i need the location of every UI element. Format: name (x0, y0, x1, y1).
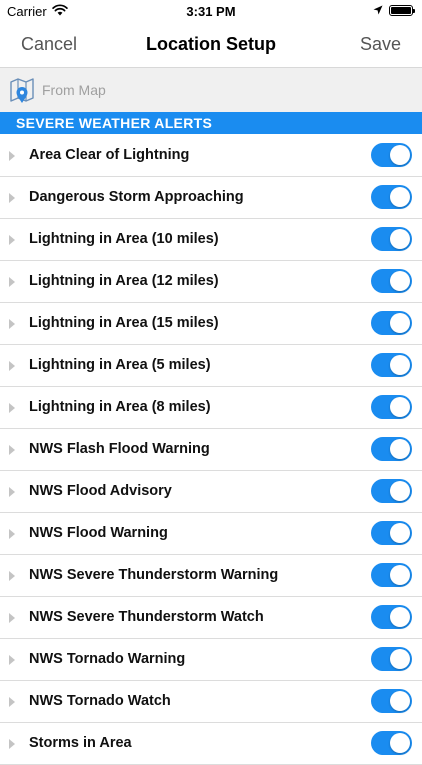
alert-label: NWS Tornado Watch (29, 693, 171, 709)
battery-icon (389, 5, 415, 16)
alert-toggle[interactable] (371, 143, 412, 167)
disclosure-triangle-icon[interactable] (9, 319, 15, 329)
toggle-knob (390, 607, 410, 627)
alert-toggle[interactable] (371, 395, 412, 419)
disclosure-triangle-icon[interactable] (9, 277, 15, 287)
toggle-knob (390, 271, 410, 291)
disclosure-triangle-icon[interactable] (9, 193, 15, 203)
toggle-knob (390, 397, 410, 417)
section-header: SEVERE WEATHER ALERTS (0, 112, 422, 134)
disclosure-triangle-icon[interactable] (9, 571, 15, 581)
alert-row[interactable]: Lightning in Area (15 miles) (0, 303, 422, 345)
disclosure-triangle-icon[interactable] (9, 529, 15, 539)
alert-toggle[interactable] (371, 185, 412, 209)
disclosure-triangle-icon[interactable] (9, 403, 15, 413)
toggle-knob (390, 523, 410, 543)
alert-row[interactable]: Area Clear of Lightning (0, 135, 422, 177)
alert-row[interactable]: NWS Flood Warning (0, 513, 422, 555)
alert-label: Lightning in Area (5 miles) (29, 357, 211, 373)
toggle-knob (390, 229, 410, 249)
alert-row[interactable]: NWS Flash Flood Warning (0, 429, 422, 471)
disclosure-triangle-icon[interactable] (9, 613, 15, 623)
toggle-knob (390, 187, 410, 207)
alert-label: NWS Severe Thunderstorm Warning (29, 567, 279, 583)
toggle-knob (390, 145, 410, 165)
alert-label: Lightning in Area (15 miles) (29, 315, 219, 331)
alert-toggle[interactable] (371, 521, 412, 545)
alert-list: Area Clear of Lightning Dangerous Storm A… (0, 135, 422, 765)
toggle-knob (390, 733, 410, 753)
alert-toggle[interactable] (371, 479, 412, 503)
toggle-knob (390, 313, 410, 333)
alert-toggle[interactable] (371, 731, 412, 755)
alert-label: Area Clear of Lightning (29, 147, 190, 163)
alert-toggle[interactable] (371, 647, 412, 671)
alert-toggle[interactable] (371, 353, 412, 377)
disclosure-triangle-icon[interactable] (9, 235, 15, 245)
alert-label: NWS Severe Thunderstorm Watch (29, 609, 264, 625)
disclosure-triangle-icon[interactable] (9, 697, 15, 707)
alert-toggle[interactable] (371, 269, 412, 293)
save-button[interactable]: Save (360, 34, 401, 55)
section-header-title: SEVERE WEATHER ALERTS (16, 115, 213, 131)
alert-row[interactable]: NWS Tornado Warning (0, 639, 422, 681)
toggle-knob (390, 565, 410, 585)
alert-label: NWS Flood Warning (29, 525, 168, 541)
alert-row[interactable]: NWS Flood Advisory (0, 471, 422, 513)
alert-row[interactable]: NWS Severe Thunderstorm Warning (0, 555, 422, 597)
alert-row[interactable]: Dangerous Storm Approaching (0, 177, 422, 219)
alert-row[interactable]: Storms in Area (0, 723, 422, 765)
toggle-knob (390, 691, 410, 711)
page-title: Location Setup (146, 34, 276, 54)
alert-label: Lightning in Area (8 miles) (29, 399, 211, 415)
alert-row[interactable]: Lightning in Area (12 miles) (0, 261, 422, 303)
navigation-bar: Cancel Location Setup Save (0, 22, 422, 66)
alert-row[interactable]: Lightning in Area (5 miles) (0, 345, 422, 387)
disclosure-triangle-icon[interactable] (9, 445, 15, 455)
alert-label: NWS Flood Advisory (29, 483, 172, 499)
alert-row[interactable]: NWS Tornado Watch (0, 681, 422, 723)
alert-toggle[interactable] (371, 563, 412, 587)
map-pin-icon (10, 78, 34, 103)
status-bar: Carrier 3:31 PM (0, 0, 422, 22)
disclosure-triangle-icon[interactable] (9, 739, 15, 749)
alert-toggle[interactable] (371, 311, 412, 335)
alert-row[interactable]: Lightning in Area (10 miles) (0, 219, 422, 261)
alert-label: NWS Tornado Warning (29, 651, 186, 667)
disclosure-triangle-icon[interactable] (9, 655, 15, 665)
toggle-knob (390, 355, 410, 375)
alert-toggle[interactable] (371, 689, 412, 713)
disclosure-triangle-icon[interactable] (9, 487, 15, 497)
alert-label: Lightning in Area (12 miles) (29, 273, 219, 289)
alert-row[interactable]: NWS Severe Thunderstorm Watch (0, 597, 422, 639)
alert-label: Dangerous Storm Approaching (29, 189, 244, 205)
clock: 3:31 PM (186, 4, 236, 19)
alert-label: Lightning in Area (10 miles) (29, 231, 219, 247)
from-map-row[interactable]: From Map (0, 67, 422, 112)
alert-label: NWS Flash Flood Warning (29, 441, 210, 457)
toggle-knob (390, 481, 410, 501)
toggle-knob (390, 649, 410, 669)
from-map-label: From Map (42, 82, 106, 98)
alert-toggle[interactable] (371, 605, 412, 629)
alert-row[interactable]: Lightning in Area (8 miles) (0, 387, 422, 429)
alert-label: Storms in Area (29, 735, 132, 751)
disclosure-triangle-icon[interactable] (9, 361, 15, 371)
alert-toggle[interactable] (371, 437, 412, 461)
toggle-knob (390, 439, 410, 459)
alert-toggle[interactable] (371, 227, 412, 251)
location-arrow-icon (373, 5, 383, 15)
disclosure-triangle-icon[interactable] (9, 151, 15, 161)
